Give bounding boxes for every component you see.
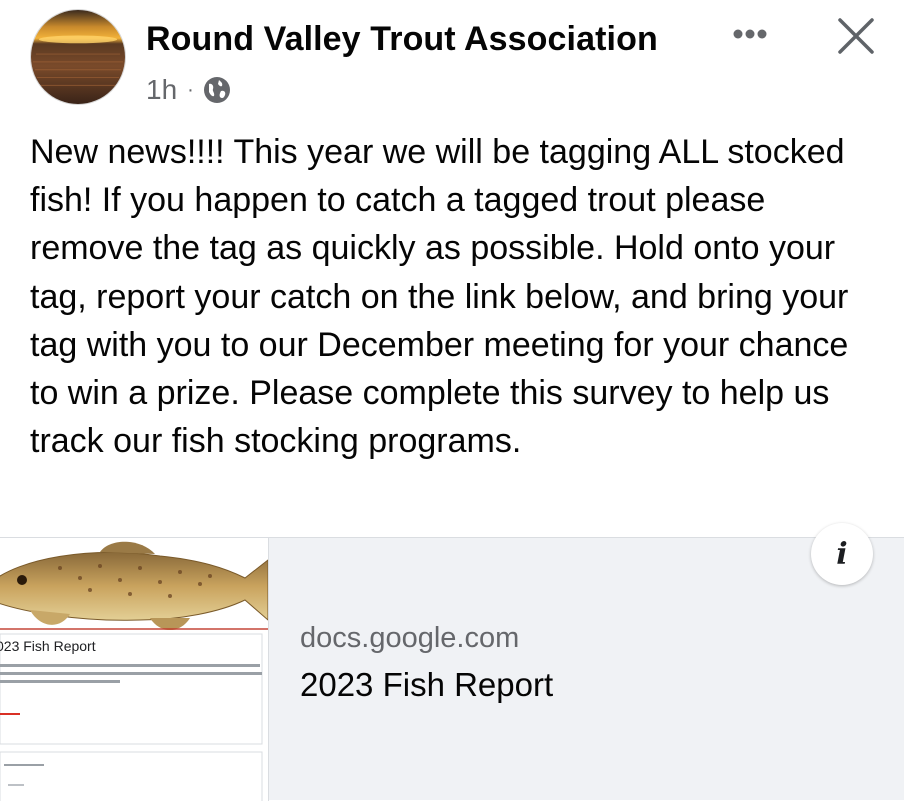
post-text: New news!!!! This year we will be taggin… (30, 133, 849, 461)
link-domain[interactable]: docs.google.com (300, 622, 519, 655)
globe-icon (202, 75, 232, 105)
post-meta: 1h · (146, 72, 232, 108)
more-horizontal-icon (733, 29, 767, 39)
page-name[interactable]: Round Valley Trout Association (146, 20, 658, 59)
more-options-button[interactable] (722, 14, 778, 54)
post-timestamp[interactable]: 1h (146, 74, 177, 106)
sunset-lake-avatar-image (31, 10, 125, 104)
link-title[interactable]: 2023 Fish Report (300, 666, 553, 704)
page-avatar[interactable] (30, 9, 126, 105)
info-button[interactable]: i (811, 523, 873, 585)
close-icon (838, 18, 874, 54)
thumbnail-form-title: 023 Fish Report (0, 638, 96, 654)
close-button[interactable] (828, 10, 884, 60)
trout-form-thumbnail-image (0, 538, 268, 801)
meta-separator: · (187, 78, 194, 101)
info-icon: i (836, 536, 848, 572)
link-thumbnail: 023 Fish Report (0, 538, 269, 801)
link-preview-card[interactable]: 023 Fish Report docs.google.com 2023 Fis… (0, 523, 904, 801)
